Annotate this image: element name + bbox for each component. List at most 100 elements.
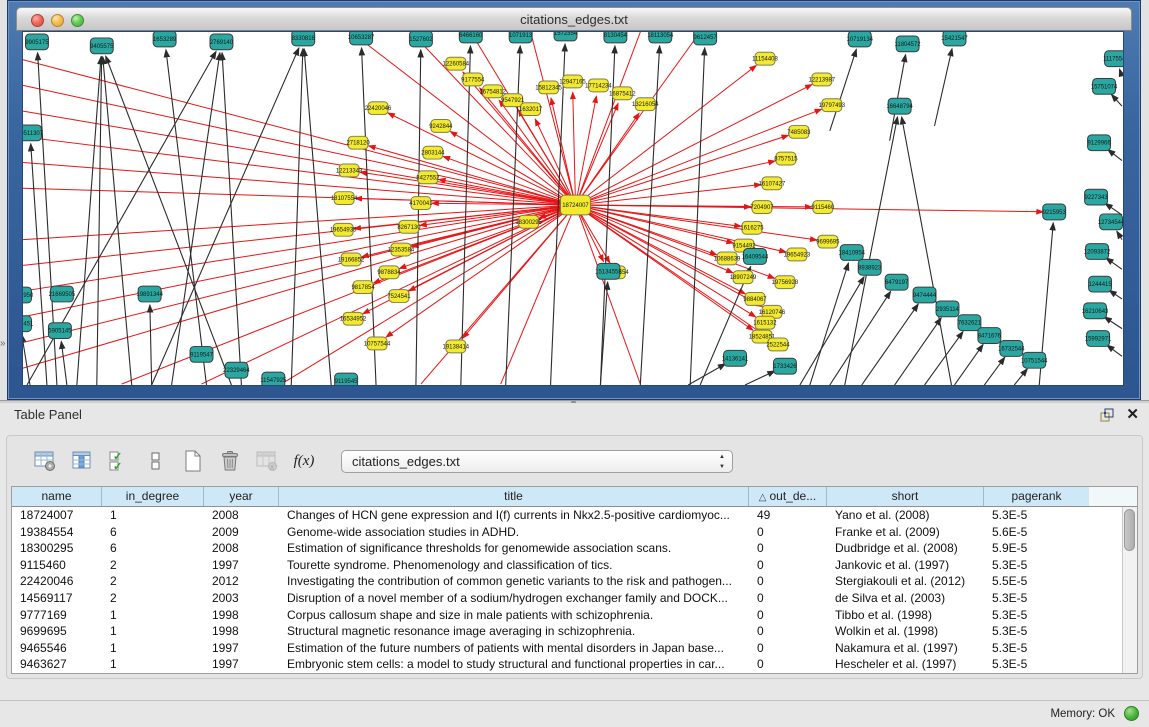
graph-node[interactable]: 7485083 [787, 125, 811, 138]
graph-node[interactable]: 11154408 [752, 52, 778, 65]
graph-node[interactable]: 9878834 [377, 266, 401, 279]
graph-node[interactable]: 8130454 [604, 32, 628, 43]
network-view-window[interactable]: citations_edges.txt 18724007224200462718… [7, 0, 1141, 400]
function-builder-button[interactable]: f(x) [290, 447, 318, 475]
table-selector-dropdown[interactable]: citations_edges.txt ▲▼ [341, 450, 733, 473]
graph-node[interactable]: 2935114 [936, 301, 960, 317]
graph-node[interactable]: 18410954 [838, 245, 865, 261]
table-row[interactable]: 1938455462009Genome-wide association stu… [12, 524, 1122, 541]
row-height-button[interactable] [142, 447, 170, 475]
graph-node[interactable]: 9242844 [429, 120, 453, 133]
graph-node[interactable]: 9884067 [743, 293, 766, 306]
graph-node[interactable]: 8757515 [774, 152, 798, 165]
graph-node[interactable]: 12734544 [1098, 214, 1123, 230]
graph-node[interactable]: 21669505 [49, 286, 76, 302]
hidden-panel-arrow-icon[interactable]: » [0, 338, 6, 349]
graph-node[interactable]: 16534952 [340, 312, 367, 325]
graph-node[interactable]: 1615132 [753, 316, 776, 329]
graph-node[interactable]: 16754812 [479, 85, 506, 98]
table-row[interactable]: 946554611997Estimation of the future num… [12, 640, 1122, 657]
graph-node[interactable]: 22329464 [223, 362, 250, 378]
graph-node[interactable]: 12213987 [809, 73, 836, 86]
graph-node[interactable]: 19654935 [330, 223, 357, 236]
table-row[interactable]: 946362711997Embryonic stem cells: a mode… [12, 656, 1122, 673]
graph-node[interactable]: 7632621 [958, 315, 982, 331]
graph-node[interactable]: 17714234 [585, 79, 612, 92]
table-row[interactable]: 1872400712008Changes of HCN gene express… [12, 507, 1122, 524]
graph-node[interactable]: 12353584 [388, 243, 415, 256]
graph-node[interactable]: 4170041 [409, 197, 433, 210]
graph-node[interactable]: 18300295 [515, 215, 542, 228]
graph-node[interactable]: 16409544 [742, 249, 769, 265]
table-row[interactable]: 2242004622012Investigating the contribut… [12, 573, 1122, 590]
create-column-button[interactable] [179, 447, 207, 475]
graph-node[interactable]: 11175544 [1103, 51, 1123, 67]
graph-node[interactable]: 12947165 [559, 75, 586, 88]
graph-node[interactable]: 8938923 [858, 259, 882, 275]
graph-node[interactable]: 12213343 [336, 164, 363, 177]
graph-node[interactable]: 9119547 [190, 346, 213, 362]
column-header-name[interactable]: name [12, 487, 102, 506]
graph-node[interactable]: 1527602 [409, 32, 432, 47]
graph-node[interactable]: 10653287 [348, 32, 375, 45]
graph-node[interactable]: 16107427 [759, 177, 786, 190]
graph-node[interactable]: 2522544 [766, 338, 790, 351]
column-header-out_degree[interactable]: △out_de... [749, 487, 827, 506]
graph-node[interactable]: 1572354 [554, 32, 578, 41]
graph-node[interactable]: 1653289 [153, 32, 177, 47]
column-header-year[interactable]: year [204, 487, 279, 506]
graph-node[interactable]: 9612457 [694, 32, 717, 45]
graph-node[interactable]: 5905145 [48, 323, 72, 339]
table-row[interactable]: 977716911998Corpus callosum shape and si… [12, 607, 1122, 624]
graph-node[interactable]: 7204907 [750, 201, 773, 214]
graph-node[interactable]: 8427552 [416, 171, 439, 184]
graph-node[interactable]: 2718120 [346, 136, 370, 149]
show-columns-button[interactable] [68, 447, 96, 475]
graph-node[interactable]: 16648794 [886, 98, 913, 114]
graph-node[interactable]: 15751074 [1091, 78, 1118, 94]
close-window-button[interactable] [31, 14, 44, 27]
graph-node[interactable]: 15992971 [1085, 331, 1112, 347]
graph-node[interactable]: 18907249 [730, 271, 757, 284]
graph-node[interactable]: 19166852 [338, 253, 365, 266]
graph-node[interactable]: 19797493 [819, 99, 846, 112]
graph-node[interactable]: 15134558 [595, 263, 622, 279]
graph-node[interactable]: 15421547 [941, 32, 968, 46]
graph-node[interactable]: 1616275 [740, 221, 764, 234]
graph-node[interactable]: 22420046 [365, 102, 392, 115]
network-window-titlebar[interactable]: citations_edges.txt [16, 7, 1132, 31]
graph-node[interactable]: 9119545 [335, 373, 359, 385]
graph-node[interactable]: 10751544 [1021, 352, 1048, 368]
graph-node[interactable]: 1244415 [1088, 276, 1112, 292]
graph-node[interactable]: 9474444 [913, 287, 937, 303]
graph-node[interactable]: 13216054 [632, 98, 659, 111]
graph-node[interactable]: 19138414 [443, 340, 470, 353]
scrollbar-thumb[interactable] [1124, 509, 1135, 551]
graph-node[interactable]: 2803144 [421, 146, 445, 159]
graph-node[interactable]: 18113054 [647, 32, 674, 43]
table-row[interactable]: 1830029562008Estimation of significance … [12, 540, 1122, 557]
graph-node[interactable]: 9905175 [25, 34, 49, 50]
graph-node[interactable]: 1071913 [509, 32, 533, 43]
graph-node[interactable]: 11804572 [895, 36, 921, 52]
graph-node[interactable]: 9699695 [816, 235, 840, 248]
column-header-pagerank[interactable]: pagerank [984, 487, 1089, 506]
graph-node[interactable]: 9227343 [1084, 189, 1108, 205]
table-row[interactable]: 1456911722003Disruption of a novel membe… [12, 590, 1122, 607]
graph-node[interactable]: 8267130 [397, 220, 421, 233]
graph-node[interactable]: 1632017 [519, 103, 542, 116]
graph-node[interactable]: 9817854 [351, 281, 375, 294]
graph-node[interactable]: 8471676 [978, 328, 1002, 344]
table-vertical-scrollbar[interactable] [1122, 507, 1137, 673]
graph-node[interactable]: 11547925 [260, 372, 287, 385]
graph-node[interactable]: 10719134 [846, 32, 873, 47]
column-header-short[interactable]: short [827, 487, 984, 506]
graph-node[interactable]: 14136141 [722, 350, 749, 366]
graph-node[interactable]: 9129966 [1087, 135, 1111, 151]
graph-node[interactable]: 19654923 [784, 248, 811, 261]
graph-node[interactable]: 7524541 [387, 290, 411, 303]
graph-node[interactable]: 19756928 [772, 276, 799, 289]
network-canvas[interactable]: 1872400722420046271812012213343181075541… [22, 31, 1124, 386]
graph-node[interactable]: 6479197 [885, 274, 908, 290]
graph-node[interactable]: 16732544 [998, 341, 1025, 357]
